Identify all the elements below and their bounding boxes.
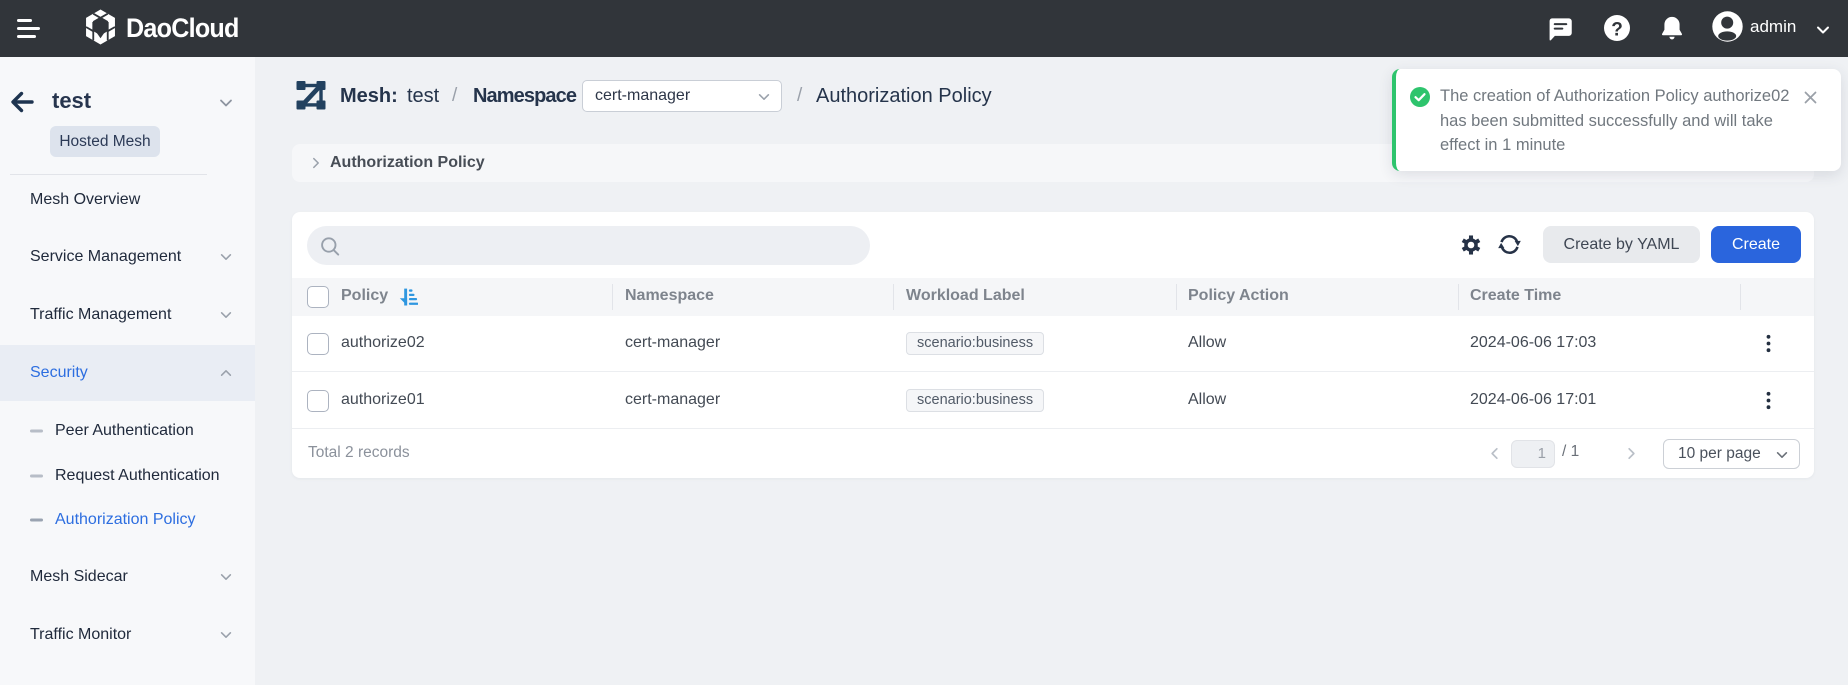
- svg-text:?: ?: [1611, 20, 1623, 41]
